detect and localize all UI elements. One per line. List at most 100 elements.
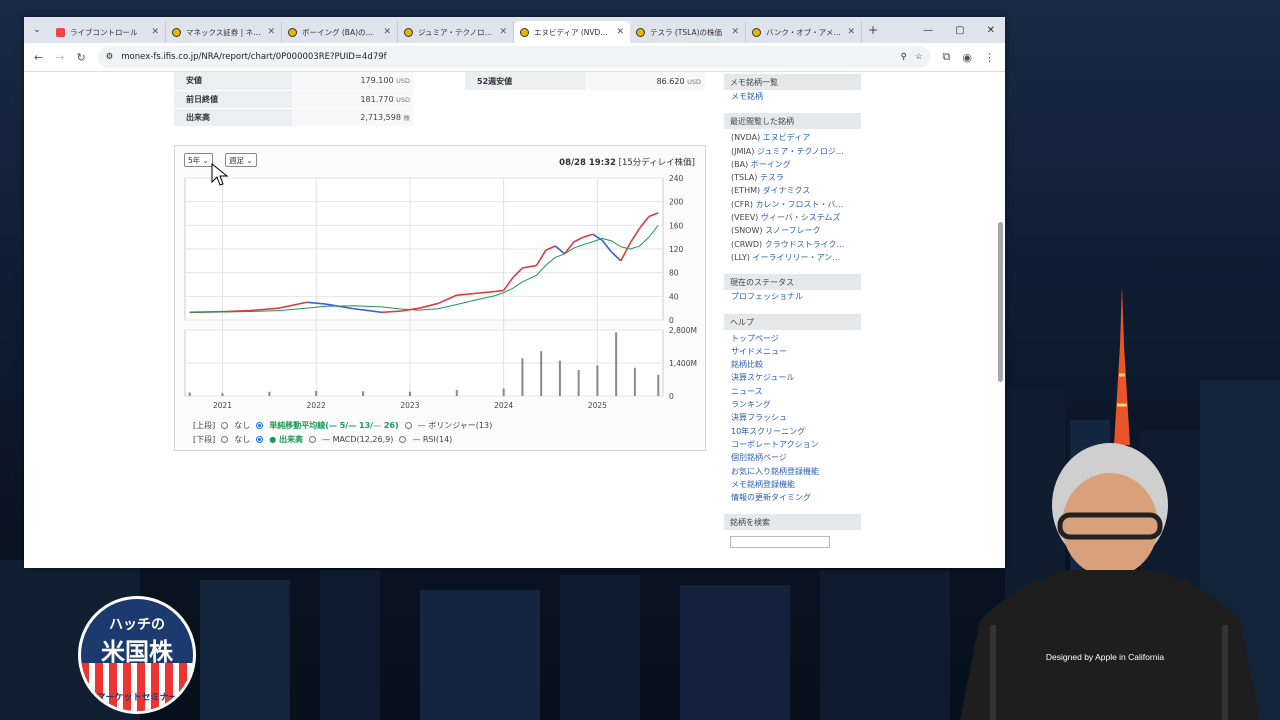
tab-close-icon[interactable]: ✕	[383, 27, 391, 37]
help-link[interactable]: お気に入り銘柄登録機能	[724, 465, 861, 478]
recent-stock-link[interactable]: (TSLA) テスラ	[724, 171, 861, 184]
recent-stock-link[interactable]: (CRWD) クラウドストライク…	[724, 238, 861, 251]
volume-bar	[455, 389, 458, 396]
logo-line3: マーケットセミナー	[96, 693, 178, 703]
help-link[interactable]: メモ銘柄登録機能	[724, 478, 861, 491]
help-link[interactable]: コーポレートアクション	[724, 438, 861, 451]
logo-line1: ハッチの	[109, 617, 165, 633]
lower-volume-radio[interactable]	[256, 436, 264, 443]
page-scrollbar[interactable]	[998, 222, 1003, 382]
menu-icon[interactable]: ⋮	[984, 51, 995, 64]
upper-indicator-controls: [上段] なし 単純移動平均線(— 5/— 13/— 26) — ボリンジャー(…	[193, 420, 492, 431]
status-link[interactable]: プロフェッショナル	[724, 290, 861, 303]
help-link[interactable]: 個別銘柄ページ	[724, 451, 861, 464]
browser-tab[interactable]: テスラ (TSLA)の株価 ✕	[630, 21, 746, 43]
tab-strip: ⌄ ライブコントロール ✕ マネックス証券 | ネット ✕ ボーイング (BA)…	[24, 17, 1005, 43]
back-icon[interactable]: ←	[34, 51, 43, 64]
recent-stock-link[interactable]: (BA) ボーイング	[724, 158, 861, 171]
upper-none-radio[interactable]	[221, 422, 229, 429]
browser-tab[interactable]: マネックス証券 | ネット ✕	[166, 21, 282, 43]
help-link[interactable]: 決算スケジュール	[724, 371, 861, 384]
browser-tab[interactable]: ジュミア・テクノロジーズ ✕	[398, 21, 514, 43]
recent-stock-link[interactable]: (SNOW) スノーフレーク	[724, 224, 861, 237]
tab-title: テスラ (TSLA)の株価	[650, 27, 723, 37]
tab-close-icon[interactable]: ✕	[847, 27, 855, 37]
site-info-icon[interactable]: ⚙	[106, 52, 114, 62]
logo-line2: 米国株	[101, 638, 173, 666]
price-tick-label: 200	[669, 198, 684, 207]
help-link[interactable]: ニュース	[724, 385, 861, 398]
help-link[interactable]: ランキング	[724, 398, 861, 411]
address-bar[interactable]: ⚙ monex-fs.ifis.co.jp/NRA/report/chart/0…	[97, 46, 931, 68]
help-link[interactable]: 銘柄比較	[724, 358, 861, 371]
stock-search-input[interactable]	[730, 536, 830, 549]
volume-tick-label: 0	[669, 392, 674, 401]
price-tick-label: 120	[669, 245, 684, 254]
tab-close-icon[interactable]: ✕	[616, 27, 624, 37]
lower-indicator-controls: [下段] なし ● 出来高 — MACD(12,26,9) — RSI(14)	[193, 434, 452, 445]
memo-link[interactable]: メモ銘柄	[724, 90, 861, 103]
help-link[interactable]: トップページ	[724, 332, 861, 345]
mouse-cursor-icon	[211, 163, 229, 186]
tab-title: ライブコントロール	[70, 27, 138, 37]
period-select[interactable]: 5年 ⌄	[184, 153, 213, 167]
recent-stock-link[interactable]: (ETHM) ダイナミクス	[724, 184, 861, 197]
new-tab-button[interactable]: +	[862, 23, 884, 37]
browser-tab[interactable]: エヌビディア (NVDA)の ✕	[514, 21, 630, 43]
upper-sma-radio[interactable]	[256, 422, 264, 429]
maximize-icon[interactable]: ▢	[955, 25, 964, 36]
help-link[interactable]: サイドメニュー	[724, 345, 861, 358]
bookmark-star-icon[interactable]: ☆	[915, 52, 923, 62]
quote-label: 52週安値	[465, 72, 585, 90]
tab-close-icon[interactable]: ✕	[731, 27, 739, 37]
price-tick-label: 0	[669, 316, 674, 325]
close-window-icon[interactable]: ✕	[987, 25, 995, 36]
help-link[interactable]: 10年スクリーニング	[724, 425, 861, 438]
tab-search-chevron-icon[interactable]: ⌄	[24, 25, 50, 35]
help-link[interactable]: 決算フラッシュ	[724, 411, 861, 424]
browser-tab[interactable]: ボーイング (BA)の株価 ✕	[282, 21, 398, 43]
forward-icon[interactable]: →	[55, 51, 64, 64]
volume-bar	[633, 367, 636, 396]
tab-favicon-icon	[520, 27, 529, 37]
quote-value: 179.100 USD	[292, 72, 414, 91]
recent-stock-link[interactable]: (VEEV) ヴィーバ・システムズ	[724, 211, 861, 224]
extensions-icon[interactable]: ⧉	[943, 50, 951, 64]
recent-stock-link[interactable]: (LLY) イーライリリー・アン…	[724, 251, 861, 264]
volume-bar	[408, 391, 411, 396]
zoom-icon[interactable]: ⚲	[901, 52, 907, 62]
tokyo-tower-icon	[1114, 285, 1130, 445]
lower-macd-radio[interactable]	[309, 436, 317, 443]
upper-label: [上段]	[193, 421, 216, 430]
browser-tab[interactable]: バンク・オブ・アメリカ (B ✕	[746, 21, 862, 43]
tab-favicon-icon	[404, 27, 413, 37]
sidebar: メモ銘柄一覧 メモ銘柄 最近閲覧した銘柄 (NVDA) エヌビディア (JMIA)…	[724, 72, 861, 554]
minimize-icon[interactable]: —	[923, 25, 933, 36]
tab-close-icon[interactable]: ✕	[267, 27, 275, 37]
x-tick-label: 2023	[400, 401, 419, 410]
recent-header: 最近閲覧した銘柄	[724, 113, 861, 130]
profile-icon[interactable]: ◉	[962, 51, 972, 64]
recent-stock-link[interactable]: (CFR) カレン・フロスト・バ…	[724, 198, 861, 211]
tab-close-icon[interactable]: ✕	[499, 27, 507, 37]
lower-none-radio[interactable]	[221, 436, 229, 443]
shirt-text: Designed by Apple in California	[1046, 652, 1164, 662]
volume-bar	[521, 358, 524, 396]
memo-header: メモ銘柄一覧	[724, 74, 861, 90]
tab-favicon-icon	[172, 27, 181, 37]
volume-bar	[577, 370, 580, 396]
table-row: 52週安値 86.620 USD	[465, 72, 705, 90]
reload-icon[interactable]: ↻	[76, 51, 85, 64]
x-tick-label: 2025	[588, 401, 607, 410]
interval-select[interactable]: 週足 ⌄	[225, 153, 257, 167]
volume-label: ● 出来高	[269, 435, 304, 444]
radio-label: — RSI(14)	[412, 435, 453, 444]
recent-stock-link[interactable]: (JMIA) ジュミア・テクノロジ…	[724, 145, 861, 158]
lower-rsi-radio[interactable]	[399, 436, 407, 443]
help-link[interactable]: 情報の更新タイミング	[724, 491, 861, 504]
upper-bollinger-radio[interactable]	[404, 422, 412, 429]
tab-close-icon[interactable]: ✕	[151, 27, 159, 37]
browser-tab[interactable]: ライブコントロール ✕	[50, 21, 166, 43]
recent-stock-link[interactable]: (NVDA) エヌビディア	[724, 131, 861, 144]
radio-label: — ボリンジャー(13)	[417, 421, 493, 430]
